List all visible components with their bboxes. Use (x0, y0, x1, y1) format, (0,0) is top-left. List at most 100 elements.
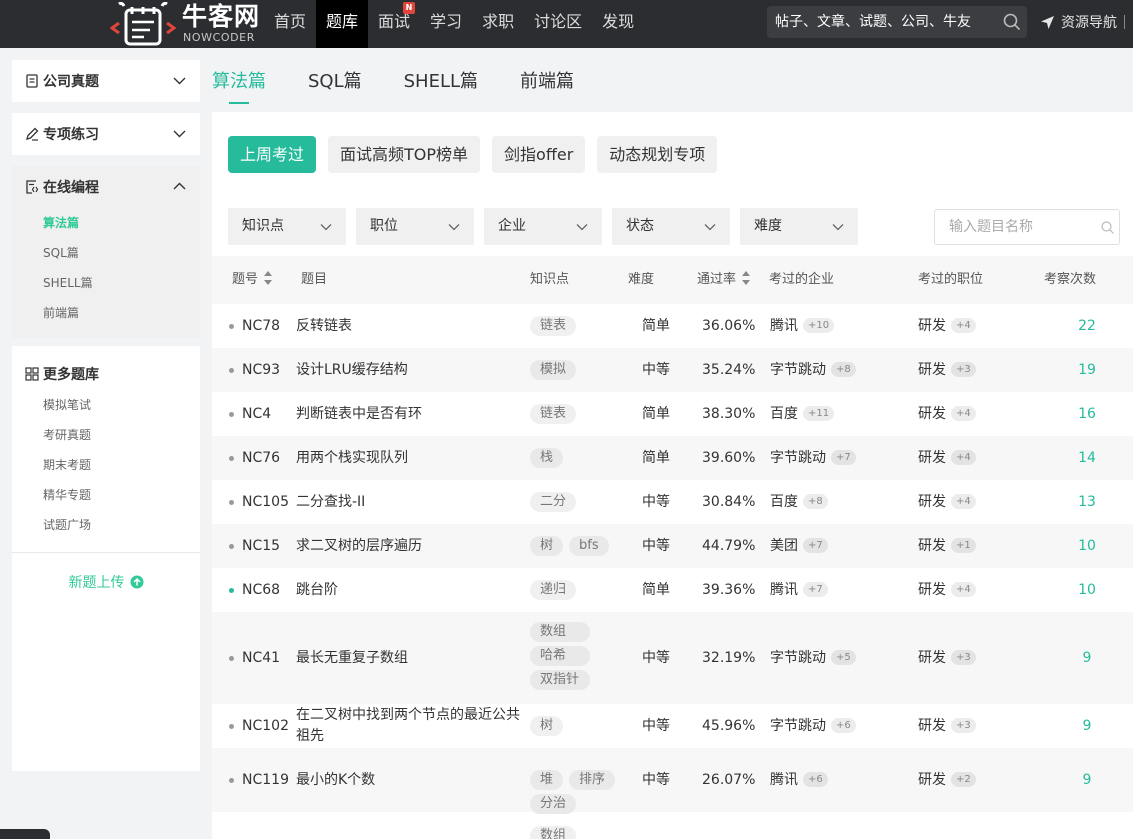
more-count-badge[interactable]: +7 (803, 537, 828, 553)
more-count-badge[interactable]: +4 (951, 317, 976, 333)
nav-home[interactable]: 首页 (264, 0, 316, 48)
knowledge-tag[interactable]: 树 (530, 536, 564, 556)
table-row[interactable]: NC76 用两个栈实现队列 简单 39.60% 字节跳动 +7 研发 +4 14 栈 (212, 436, 1133, 480)
filter-company-select[interactable]: 企业 (484, 208, 602, 245)
question-title[interactable]: 最小的K个数 (296, 770, 526, 791)
more-count-badge[interactable]: +3 (951, 649, 976, 665)
knowledge-tag[interactable]: 分治 (530, 794, 577, 814)
nav-discover[interactable]: 发现 (592, 0, 644, 48)
question-title[interactable]: 在二叉树中找到两个节点的最近公共祖先 (296, 705, 526, 747)
knowledge-tag[interactable]: 链表 (530, 404, 577, 424)
quick-top-interview-button[interactable]: 面试高频TOP榜单 (328, 136, 481, 173)
filter-difficulty-select[interactable]: 难度 (740, 208, 858, 245)
question-title[interactable]: 二分查找-II (296, 492, 526, 513)
table-row[interactable]: NC15 求二叉树的层序遍历 中等 44.79% 美团 +7 研发 +1 10 树 bfs (212, 524, 1133, 568)
sidebar-head-coding[interactable]: 在线编程 (12, 166, 200, 208)
nav-jobs[interactable]: 求职 (472, 0, 524, 48)
more-count-badge[interactable]: +4 (951, 581, 976, 597)
knowledge-tag[interactable]: 数组 (530, 622, 590, 642)
question-title[interactable]: 跳台阶 (296, 580, 526, 601)
more-count-badge[interactable]: +6 (831, 717, 856, 733)
sidebar-item-sql[interactable]: SQL篇 (12, 238, 200, 268)
upload-question-link[interactable]: 新题上传 (12, 572, 200, 592)
tab-frontend[interactable]: 前端篇 (520, 60, 574, 100)
table-row[interactable]: NC105 二分查找-II 中等 30.84% 百度 +8 研发 +4 13 二分 (212, 480, 1133, 524)
more-item-featured[interactable]: 精华专题 (12, 480, 200, 510)
quick-last-week-button[interactable]: 上周考过 (228, 136, 317, 173)
knowledge-tag[interactable]: 堆 (530, 770, 564, 790)
search-input[interactable] (767, 6, 997, 38)
more-count-badge[interactable]: +8 (803, 493, 828, 509)
knowledge-tag[interactable]: 栈 (530, 448, 564, 468)
more-count-badge[interactable]: +5 (831, 649, 856, 665)
knowledge-tag[interactable]: 二分 (530, 492, 577, 512)
nav-question-bank[interactable]: 题库 (316, 0, 369, 48)
sidebar-head-company[interactable]: 公司真题 (12, 60, 200, 102)
more-count-badge[interactable]: +1 (951, 537, 976, 553)
filter-knowledge-select[interactable]: 知识点 (228, 208, 346, 245)
question-title[interactable]: 设计LRU缓存结构 (296, 360, 526, 381)
knowledge-tag[interactable]: 双指针 (530, 670, 590, 690)
more-count-badge[interactable]: +7 (831, 449, 856, 465)
knowledge-tag[interactable]: 链表 (530, 316, 577, 336)
more-count-badge[interactable]: +11 (803, 405, 835, 421)
sidebar-item-algorithm[interactable]: 算法篇 (12, 208, 200, 238)
knowledge-tag[interactable]: 模拟 (530, 360, 577, 380)
question-title[interactable]: 判断链表中是否有环 (296, 404, 526, 425)
table-row[interactable]: NC68 跳台阶 简单 39.36% 腾讯 +7 研发 +4 10 递归 (212, 568, 1133, 612)
more-count-badge[interactable]: +2 (951, 771, 976, 787)
question-title[interactable]: 用两个栈实现队列 (296, 448, 526, 469)
sidebar-item-frontend[interactable]: 前端篇 (12, 298, 200, 328)
table-row[interactable]: 数组 (212, 812, 1133, 839)
more-item-postgrad[interactable]: 考研真题 (12, 420, 200, 450)
resource-nav-link[interactable]: 资源导航 (1040, 11, 1117, 33)
nav-discuss[interactable]: 讨论区 (524, 0, 592, 48)
nav-learn[interactable]: 学习 (420, 0, 472, 48)
more-item-square[interactable]: 试题广场 (12, 510, 200, 540)
header-pass-rate[interactable]: 通过率 (697, 256, 751, 304)
filter-position-select[interactable]: 职位 (356, 208, 474, 245)
question-title[interactable]: 求二叉树的层序遍历 (296, 536, 526, 557)
quick-jianzhi-offer-button[interactable]: 剑指offer (492, 136, 586, 173)
table-row[interactable]: NC78 反转链表 简单 36.06% 腾讯 +10 研发 +4 22 链表 (212, 304, 1133, 348)
exam-count: 9 (1082, 772, 1092, 788)
knowledge-tag[interactable]: 数组 (530, 826, 577, 839)
knowledge-tag[interactable]: 排序 (569, 770, 616, 790)
knowledge-tag[interactable]: bfs (569, 536, 609, 556)
filter-status-select[interactable]: 状态 (612, 208, 730, 245)
tab-shell[interactable]: SHELL篇 (404, 60, 478, 100)
table-row[interactable]: NC4 判断链表中是否有环 简单 38.30% 百度 +11 研发 +4 16 链表 (212, 392, 1133, 436)
more-count-badge[interactable]: +7 (803, 581, 828, 597)
table-row[interactable]: NC102 在二叉树中找到两个节点的最近公共祖先 中等 45.96% 字节跳动 +6 研发 +… (212, 704, 1133, 748)
pass-rate: 35.24% (702, 362, 756, 378)
more-count-badge[interactable]: +4 (951, 405, 976, 421)
more-count-badge[interactable]: +4 (951, 493, 976, 509)
question-title[interactable]: 反转链表 (296, 316, 526, 337)
more-count-badge[interactable]: +10 (803, 317, 835, 333)
sidebar-head-label: 专项练习 (43, 127, 99, 143)
header-id[interactable]: 题号 (232, 256, 273, 304)
more-item-mock-test[interactable]: 模拟笔试 (12, 390, 200, 420)
tab-sql[interactable]: SQL篇 (308, 60, 362, 100)
table-row[interactable]: NC93 设计LRU缓存结构 中等 35.24% 字节跳动 +8 研发 +3 19 模拟 (212, 348, 1133, 392)
table-row[interactable]: NC119 最小的K个数 中等 26.07% 腾讯 +6 研发 +2 9 堆排序 分治 (212, 748, 1133, 814)
knowledge-tag[interactable]: 哈希 (530, 646, 590, 666)
search-icon[interactable] (1101, 221, 1114, 234)
nowcoder-logo[interactable]: 牛客网 NOWCODER (110, 0, 270, 48)
table-row[interactable]: NC41 最长无重复子数组 中等 32.19% 字节跳动 +5 研发 +3 9 数组 哈希 双指针 (212, 612, 1133, 704)
question-search-input[interactable] (935, 210, 1095, 244)
question-title[interactable]: 最长无重复子数组 (296, 648, 526, 669)
sidebar-head-practice[interactable]: 专项练习 (12, 113, 200, 155)
quick-dp-button[interactable]: 动态规划专项 (597, 136, 718, 173)
sidebar-item-shell[interactable]: SHELL篇 (12, 268, 200, 298)
more-item-final-exam[interactable]: 期末考题 (12, 450, 200, 480)
knowledge-tag[interactable]: 递归 (530, 580, 577, 600)
more-count-badge[interactable]: +3 (951, 361, 976, 377)
more-count-badge[interactable]: +8 (831, 361, 856, 377)
tab-algorithm[interactable]: 算法篇 (212, 60, 266, 104)
more-count-badge[interactable]: +3 (951, 717, 976, 733)
more-count-badge[interactable]: +4 (951, 449, 976, 465)
knowledge-tag[interactable]: 树 (530, 716, 564, 736)
more-count-badge[interactable]: +6 (803, 771, 828, 787)
search-icon[interactable] (1003, 13, 1021, 31)
